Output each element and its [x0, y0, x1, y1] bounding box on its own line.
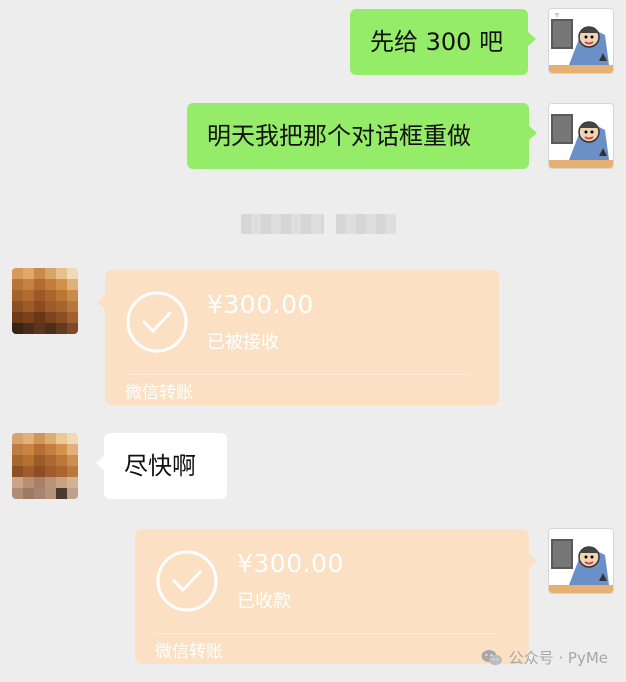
timestamp-blurred — [336, 214, 396, 234]
transfer-amount: ¥300.00 — [207, 290, 314, 319]
transfer-label: 微信转账 — [155, 642, 223, 662]
avatar-contact[interactable] — [12, 433, 78, 499]
transfer-amount: ¥300.00 — [237, 549, 344, 578]
cartoon-avatar-icon — [549, 529, 613, 593]
transfer-label: 微信转账 — [125, 383, 193, 403]
timestamp-blurred — [241, 214, 324, 234]
check-circle-icon — [156, 550, 218, 612]
avatar-self[interactable] — [548, 528, 614, 594]
svg-text:!!: !! — [555, 13, 559, 19]
watermark: 公众号 · PyMe — [481, 647, 608, 668]
cartoon-avatar-icon: !! — [549, 9, 613, 73]
message-bubble-sent[interactable]: 先给 300 吧 — [350, 9, 536, 75]
avatar-contact[interactable] — [12, 268, 78, 334]
message-bubble-sent[interactable]: 明天我把那个对话框重做 — [187, 103, 537, 169]
check-circle-icon — [126, 291, 188, 353]
message-bubble-received[interactable]: 尽快啊 — [96, 433, 227, 499]
message-text: 明天我把那个对话框重做 — [207, 122, 471, 150]
avatar-self[interactable]: !! — [548, 8, 614, 74]
transfer-card-sent[interactable]: ¥300.00 已收款 微信转账 — [135, 529, 537, 664]
message-text: 先给 300 吧 — [370, 28, 504, 56]
wechat-icon — [481, 649, 502, 665]
watermark-text: 公众号 · PyMe — [508, 649, 608, 667]
transfer-card-received[interactable]: ¥300.00 已被接收 微信转账 — [97, 270, 499, 405]
transfer-status: 已收款 — [237, 591, 291, 612]
transfer-divider — [155, 633, 499, 634]
message-text: 尽快啊 — [124, 452, 196, 480]
transfer-status: 已被接收 — [207, 332, 279, 353]
avatar-self[interactable] — [548, 103, 614, 169]
transfer-divider — [125, 374, 469, 375]
cartoon-avatar-icon — [549, 104, 613, 168]
